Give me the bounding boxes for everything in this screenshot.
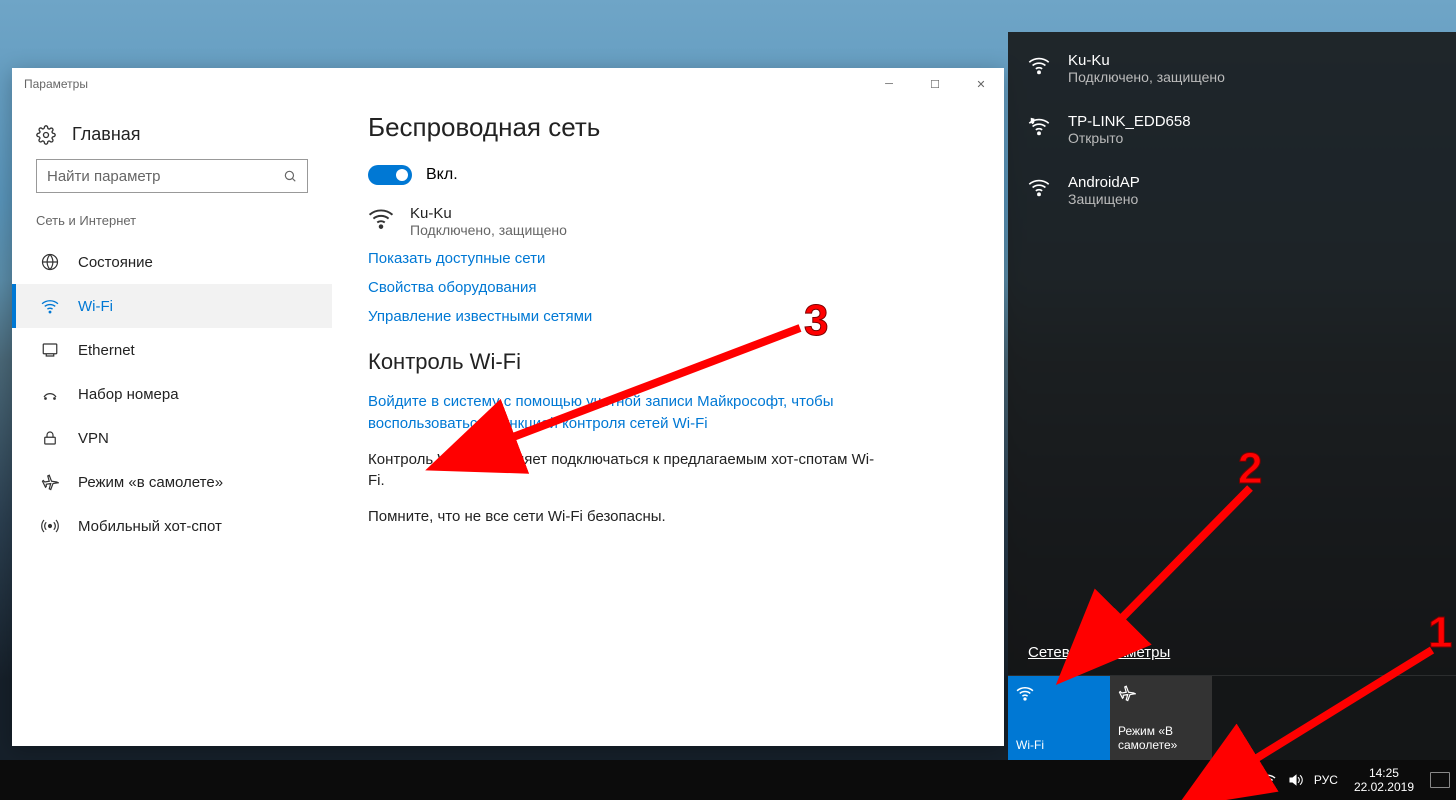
wifi-icon bbox=[368, 205, 396, 231]
content-heading-wifisense: Контроль Wi-Fi bbox=[368, 349, 968, 375]
link-show-available-networks[interactable]: Показать доступные сети bbox=[368, 250, 968, 267]
sidebar-item-dialup[interactable]: Набор номера bbox=[12, 372, 332, 416]
wifi-icon bbox=[40, 296, 60, 316]
tray-battery-icon[interactable] bbox=[1228, 774, 1248, 786]
minimize-button[interactable]: ─ bbox=[866, 68, 912, 100]
globe-icon bbox=[40, 252, 60, 272]
sidebar-item-label: Состояние bbox=[78, 254, 153, 271]
tray-volume-icon[interactable] bbox=[1288, 772, 1304, 788]
tray-clock[interactable]: 14:25 22.02.2019 bbox=[1354, 766, 1414, 795]
tray-time: 14:25 bbox=[1354, 766, 1414, 780]
flyout-network-status: Защищено bbox=[1068, 191, 1140, 207]
window-titlebar: Параметры ─ ☐ ✕ bbox=[12, 68, 1004, 100]
settings-window: Параметры ─ ☐ ✕ Главная Найти параметр С… bbox=[12, 68, 1004, 746]
wifi-icon bbox=[1028, 52, 1054, 76]
connected-network-status: Подключено, защищено bbox=[410, 222, 567, 238]
flyout-network-status: Подключено, защищено bbox=[1068, 69, 1225, 85]
sidebar-item-status[interactable]: Состояние bbox=[12, 240, 332, 284]
gear-icon bbox=[36, 125, 56, 145]
sidebar-item-label: Мобильный хот-спот bbox=[78, 518, 222, 535]
sidebar-item-vpn[interactable]: VPN bbox=[12, 416, 332, 460]
sidebar-item-label: Режим «в самолете» bbox=[78, 474, 223, 491]
flyout-network-item[interactable]: AndroidAP Защищено bbox=[1008, 160, 1456, 221]
wifi-toggle-row: Вкл. bbox=[368, 165, 968, 185]
flyout-network-item[interactable]: TP-LINK_EDD658 Открыто bbox=[1008, 99, 1456, 160]
flyout-network-name: AndroidAP bbox=[1068, 174, 1140, 191]
annotation-number-2: 2 bbox=[1238, 444, 1262, 494]
search-icon bbox=[283, 169, 297, 183]
link-manage-known-networks[interactable]: Управление известными сетями bbox=[368, 308, 968, 325]
window-body: Главная Найти параметр Сеть и Интернет С… bbox=[12, 100, 1004, 746]
hotspot-icon bbox=[40, 516, 60, 536]
wifi-toggle-label: Вкл. bbox=[426, 166, 458, 184]
tray: ˄ bbox=[1209, 772, 1303, 788]
search-input[interactable]: Найти параметр bbox=[36, 159, 308, 193]
sidebar-item-airplane[interactable]: Режим «в самолете» bbox=[12, 460, 332, 504]
ethernet-icon bbox=[40, 340, 60, 360]
sidebar-section-label: Сеть и Интернет bbox=[12, 213, 332, 240]
tray-date: 22.02.2019 bbox=[1354, 780, 1414, 794]
connected-network[interactable]: Ku-Ku Подключено, защищено bbox=[368, 205, 968, 238]
link-hardware-properties[interactable]: Свойства оборудования bbox=[368, 279, 968, 296]
tray-action-center-icon[interactable] bbox=[1430, 772, 1450, 788]
tile-airplane[interactable]: Режим «В самолете» bbox=[1110, 676, 1212, 760]
network-flyout: Ku-Ku Подключено, защищено TP-LINK_EDD65… bbox=[1008, 32, 1456, 760]
tray-chevron-up-icon[interactable]: ˄ bbox=[1209, 774, 1215, 786]
settings-content: Беспроводная сеть Вкл. Ku-Ku Подключено,… bbox=[332, 100, 1004, 746]
wifisense-para-1: Контроль Wi-Fi позволяет подключаться к … bbox=[368, 449, 878, 493]
flyout-quick-tiles: Wi-Fi Режим «В самолете» bbox=[1008, 675, 1456, 760]
flyout-network-item[interactable]: Ku-Ku Подключено, защищено bbox=[1008, 38, 1456, 99]
flyout-network-name: Ku-Ku bbox=[1068, 52, 1225, 69]
dialup-icon bbox=[40, 384, 60, 404]
flyout-network-status: Открыто bbox=[1068, 130, 1191, 146]
tile-airplane-label: Режим «В самолете» bbox=[1118, 724, 1204, 752]
sidebar-item-label: Набор номера bbox=[78, 386, 179, 403]
sidebar-item-label: VPN bbox=[78, 430, 109, 447]
sidebar-item-home[interactable]: Главная bbox=[12, 116, 332, 159]
tile-wifi-label: Wi-Fi bbox=[1016, 738, 1102, 752]
wifisense-para-2: Помните, что не все сети Wi-Fi безопасны… bbox=[368, 506, 878, 528]
wifi-toggle[interactable] bbox=[368, 165, 412, 185]
airplane-icon bbox=[1118, 684, 1204, 702]
window-controls: ─ ☐ ✕ bbox=[866, 68, 1004, 100]
search-placeholder: Найти параметр bbox=[47, 168, 161, 185]
tray-language[interactable]: РУС bbox=[1314, 773, 1338, 787]
annotation-number-1: 1 bbox=[1428, 608, 1452, 658]
content-heading-wireless: Беспроводная сеть bbox=[368, 112, 968, 143]
annotation-number-3: 3 bbox=[804, 296, 828, 346]
window-title: Параметры bbox=[24, 77, 88, 91]
link-signin-ms-account[interactable]: Войдите в систему с помощью учетной запи… bbox=[368, 391, 878, 435]
sidebar-item-label: Ethernet bbox=[78, 342, 135, 359]
sidebar-item-hotspot[interactable]: Мобильный хот-спот bbox=[12, 504, 332, 548]
taskbar: ˄ РУС 14:25 22.02.2019 bbox=[0, 760, 1456, 800]
airplane-icon bbox=[40, 472, 60, 492]
wifi-open-shield-icon bbox=[1028, 113, 1054, 137]
connected-network-name: Ku-Ku bbox=[410, 205, 567, 222]
maximize-button[interactable]: ☐ bbox=[912, 68, 958, 100]
tile-wifi[interactable]: Wi-Fi bbox=[1008, 676, 1110, 760]
sidebar-item-ethernet[interactable]: Ethernet bbox=[12, 328, 332, 372]
settings-sidebar: Главная Найти параметр Сеть и Интернет С… bbox=[12, 100, 332, 746]
sidebar-item-wifi[interactable]: Wi-Fi bbox=[12, 284, 332, 328]
flyout-network-name: TP-LINK_EDD658 bbox=[1068, 113, 1191, 130]
wifi-icon bbox=[1028, 174, 1054, 198]
sidebar-item-label: Wi-Fi bbox=[78, 298, 113, 315]
sidebar-home-label: Главная bbox=[72, 124, 141, 145]
wifi-icon bbox=[1016, 684, 1102, 702]
vpn-icon bbox=[40, 428, 60, 448]
flyout-network-list: Ku-Ku Подключено, защищено TP-LINK_EDD65… bbox=[1008, 32, 1456, 644]
flyout-network-settings-link[interactable]: Сетевые параметры bbox=[1008, 644, 1456, 675]
tray-wifi-icon[interactable] bbox=[1260, 772, 1276, 788]
close-button[interactable]: ✕ bbox=[958, 68, 1004, 100]
